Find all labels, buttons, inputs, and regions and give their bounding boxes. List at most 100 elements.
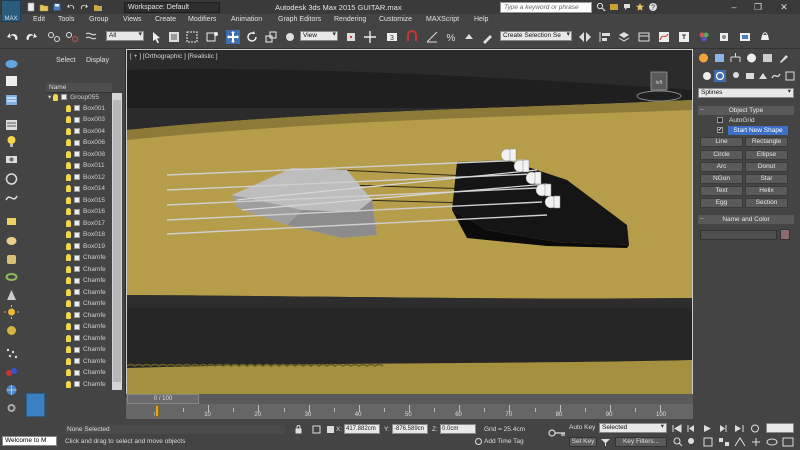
select-and-move-icon[interactable] <box>226 30 240 44</box>
motion-tab-icon[interactable] <box>745 52 758 64</box>
manipulate-icon[interactable] <box>363 30 377 44</box>
render-setup-icon[interactable] <box>717 30 731 44</box>
box-object-icon[interactable] <box>4 214 19 228</box>
visibility-bulb-icon[interactable] <box>66 127 71 135</box>
list-item[interactable]: Chamfe <box>66 254 106 266</box>
helper-icon[interactable] <box>4 172 19 186</box>
list-item[interactable]: Chamfe <box>66 346 106 358</box>
key-mode-dropdown[interactable]: Selected ▾ <box>599 423 667 433</box>
visibility-bulb-icon[interactable] <box>66 357 71 365</box>
field-of-view-icon[interactable] <box>734 437 746 447</box>
start-new-shape-checkbox[interactable]: ✔ <box>717 127 723 133</box>
layer-manager-icon[interactable] <box>617 30 631 44</box>
list-item[interactable]: Chamfe <box>66 288 106 301</box>
zoom-extents-icon[interactable] <box>702 437 714 447</box>
menu-customize[interactable]: Customize <box>379 16 412 23</box>
globe-icon[interactable] <box>4 383 19 397</box>
time-slider[interactable] <box>126 394 693 404</box>
particle-icon[interactable] <box>4 346 19 360</box>
cylinder-object-icon[interactable] <box>4 252 19 266</box>
edit-named-selection-icon[interactable] <box>481 30 495 44</box>
menu-edit[interactable]: Edit <box>33 16 45 23</box>
visibility-bulb-icon[interactable] <box>53 93 59 101</box>
auto-key-button[interactable]: Auto Key <box>569 424 595 431</box>
visibility-bulb-icon[interactable] <box>66 150 71 158</box>
object-category-dropdown[interactable]: Splines ▾ <box>698 88 794 98</box>
list-item[interactable]: Box012 <box>66 173 105 186</box>
pan-view-icon[interactable] <box>750 437 762 447</box>
tab-select[interactable]: Select <box>56 57 75 64</box>
helix-button[interactable]: Helix <box>745 186 788 196</box>
menu-tools[interactable]: Tools <box>58 16 74 23</box>
visibility-bulb-icon[interactable] <box>66 185 71 192</box>
bind-space-warp-icon[interactable] <box>84 30 98 44</box>
visibility-bulb-icon[interactable] <box>66 116 71 123</box>
set-key-button[interactable]: Set Key <box>569 437 597 447</box>
menu-maxscript[interactable]: MAXScript <box>426 16 459 23</box>
visibility-bulb-icon[interactable] <box>66 323 71 330</box>
angle-snap-icon[interactable] <box>425 30 439 44</box>
time-slider-handle[interactable]: 0 / 100 <box>127 394 199 404</box>
visibility-bulb-icon[interactable] <box>66 300 71 307</box>
lights-icon[interactable] <box>730 70 742 82</box>
snaps-toggle-icon[interactable] <box>405 30 419 44</box>
cone-object-icon[interactable] <box>4 288 19 302</box>
list-item[interactable]: Chamfe <box>66 334 106 347</box>
shapes-icon[interactable] <box>714 70 726 82</box>
next-frame-icon[interactable] <box>718 424 728 433</box>
visibility-bulb-icon[interactable] <box>66 277 71 284</box>
y-coordinate-field[interactable]: -876.589cn <box>392 424 428 434</box>
workspace-dropdown[interactable]: Workspace: Default <box>124 2 220 13</box>
geometry-icon[interactable] <box>701 70 713 82</box>
visibility-bulb-icon[interactable] <box>66 173 71 181</box>
visibility-bulb-icon[interactable] <box>66 369 71 376</box>
isolate-selection-icon[interactable] <box>312 424 321 434</box>
egg-button[interactable]: Egg <box>700 198 743 208</box>
key-icon[interactable] <box>548 428 566 438</box>
redo-icon[interactable] <box>24 30 38 44</box>
named-selection-dropdown[interactable]: Create Selection Se <box>500 31 572 41</box>
subscription-icon[interactable] <box>609 2 619 12</box>
object-color-swatch[interactable] <box>780 229 790 240</box>
maximize-icon[interactable]: ❐ <box>748 1 768 13</box>
align-icon[interactable] <box>598 30 612 44</box>
spinner-snap-icon[interactable] <box>462 30 476 44</box>
selection-filter-dropdown[interactable]: All <box>106 31 144 41</box>
redo-icon[interactable] <box>79 2 89 12</box>
rectangular-selection-icon[interactable] <box>185 30 199 44</box>
key-marker[interactable] <box>155 405 159 417</box>
torus-object-icon[interactable] <box>4 270 19 284</box>
lock-selection-icon[interactable] <box>294 424 303 434</box>
visibility-bulb-icon[interactable] <box>66 254 71 261</box>
select-and-scale-icon[interactable] <box>264 30 278 44</box>
maximize-viewport-icon[interactable] <box>782 437 794 447</box>
name-and-color-rollout[interactable]: Name and Color <box>698 215 794 224</box>
key-filters-button[interactable]: Key Filters... <box>615 437 667 447</box>
visibility-bulb-icon[interactable] <box>66 311 71 319</box>
settings-icon[interactable] <box>4 401 19 415</box>
list-item[interactable]: Box008 <box>66 150 105 163</box>
menu-create[interactable]: Create <box>155 16 176 23</box>
minimize-icon[interactable]: – <box>724 1 744 13</box>
help-icon[interactable]: ? <box>648 2 658 12</box>
ngon-button[interactable]: NGon <box>700 174 743 184</box>
close-icon[interactable]: ✕ <box>774 1 794 13</box>
project-folder-icon[interactable] <box>93 2 103 12</box>
time-config-icon[interactable] <box>750 424 760 433</box>
utilities-tab-icon[interactable] <box>777 52 790 64</box>
material-editor-icon[interactable] <box>697 30 711 44</box>
play-icon[interactable] <box>702 424 712 433</box>
visibility-bulb-icon[interactable] <box>66 242 71 250</box>
visibility-bulb-icon[interactable] <box>66 208 71 215</box>
menu-animation[interactable]: Animation <box>231 16 262 23</box>
visibility-bulb-icon[interactable] <box>66 288 71 296</box>
camera-icon[interactable] <box>4 152 19 166</box>
section-button[interactable]: Section <box>745 198 788 208</box>
list-item[interactable]: Chamfe <box>66 380 106 391</box>
autogrid-checkbox[interactable] <box>717 117 723 123</box>
circle-button[interactable]: Circle <box>700 150 743 160</box>
search-input[interactable]: Type a keyword or phrase <box>500 2 592 13</box>
go-to-end-icon[interactable] <box>734 424 744 433</box>
visibility-bulb-icon[interactable] <box>66 104 71 112</box>
cameras-icon[interactable] <box>744 70 756 82</box>
